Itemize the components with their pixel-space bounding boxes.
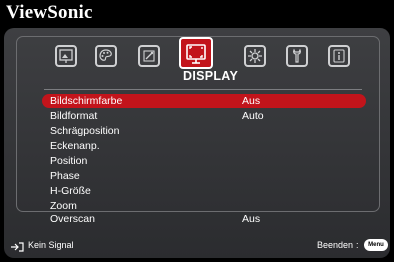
menu-item-label: Bildformat [50, 110, 98, 122]
menu-item-label: Position [50, 155, 88, 167]
tab-gear-icon[interactable] [244, 45, 266, 67]
menu-item-phase[interactable]: Phase [42, 169, 366, 183]
menu-item-label: Schrägposition [50, 125, 120, 137]
menu-item-value: Aus [242, 95, 261, 107]
menu-item-position[interactable]: Position [42, 154, 366, 168]
menu-item-label: Phase [50, 170, 80, 182]
active-tab-label: DISPLAY [183, 69, 239, 83]
menu-item-label: Zoom [50, 200, 77, 212]
tab-display-icon[interactable] [179, 37, 213, 69]
tab-color-palette-icon[interactable] [95, 45, 117, 67]
menu-item-eckenanp[interactable]: Eckenanp. [42, 139, 366, 153]
menu-item-label: Eckenanp. [50, 140, 100, 152]
exit-label: Beenden [317, 240, 354, 250]
divider [44, 89, 362, 90]
menu-item-label: H-Größe [50, 185, 91, 197]
menu-item-h-groesse[interactable]: H-Größe [42, 184, 366, 198]
menu-item-overscan[interactable]: Overscan Aus [42, 212, 366, 226]
menu-item-bildformat[interactable]: Bildformat Auto [42, 109, 366, 123]
menu-item-zoom[interactable]: Zoom [42, 199, 366, 213]
exit-separator: : [356, 240, 359, 250]
menu-item-label: Overscan [50, 213, 95, 225]
menu-item-value: Auto [242, 110, 264, 122]
menu-item-schraegposition[interactable]: Schrägposition [42, 124, 366, 138]
input-source-icon [10, 240, 24, 258]
tab-image-frame-icon[interactable] [55, 45, 77, 67]
status-footer: Kein Signal Beenden : Menu [4, 236, 390, 254]
osd-menu-panel: DISPLAY Bildschirmfarbe Aus Bildformat A… [4, 28, 390, 258]
brand-logo: ViewSonic [6, 2, 93, 23]
signal-status: Kein Signal [28, 240, 74, 250]
tab-wrench-icon[interactable] [286, 45, 308, 67]
menu-item-label: Bildschirmfarbe [50, 95, 123, 107]
menu-item-bildschirmfarbe[interactable]: Bildschirmfarbe Aus [42, 94, 366, 108]
tab-picture-settings-icon[interactable] [138, 45, 160, 67]
tab-information-icon[interactable] [328, 45, 350, 67]
menu-item-value: Aus [242, 213, 261, 225]
menu-key-button[interactable]: Menu [364, 239, 388, 251]
